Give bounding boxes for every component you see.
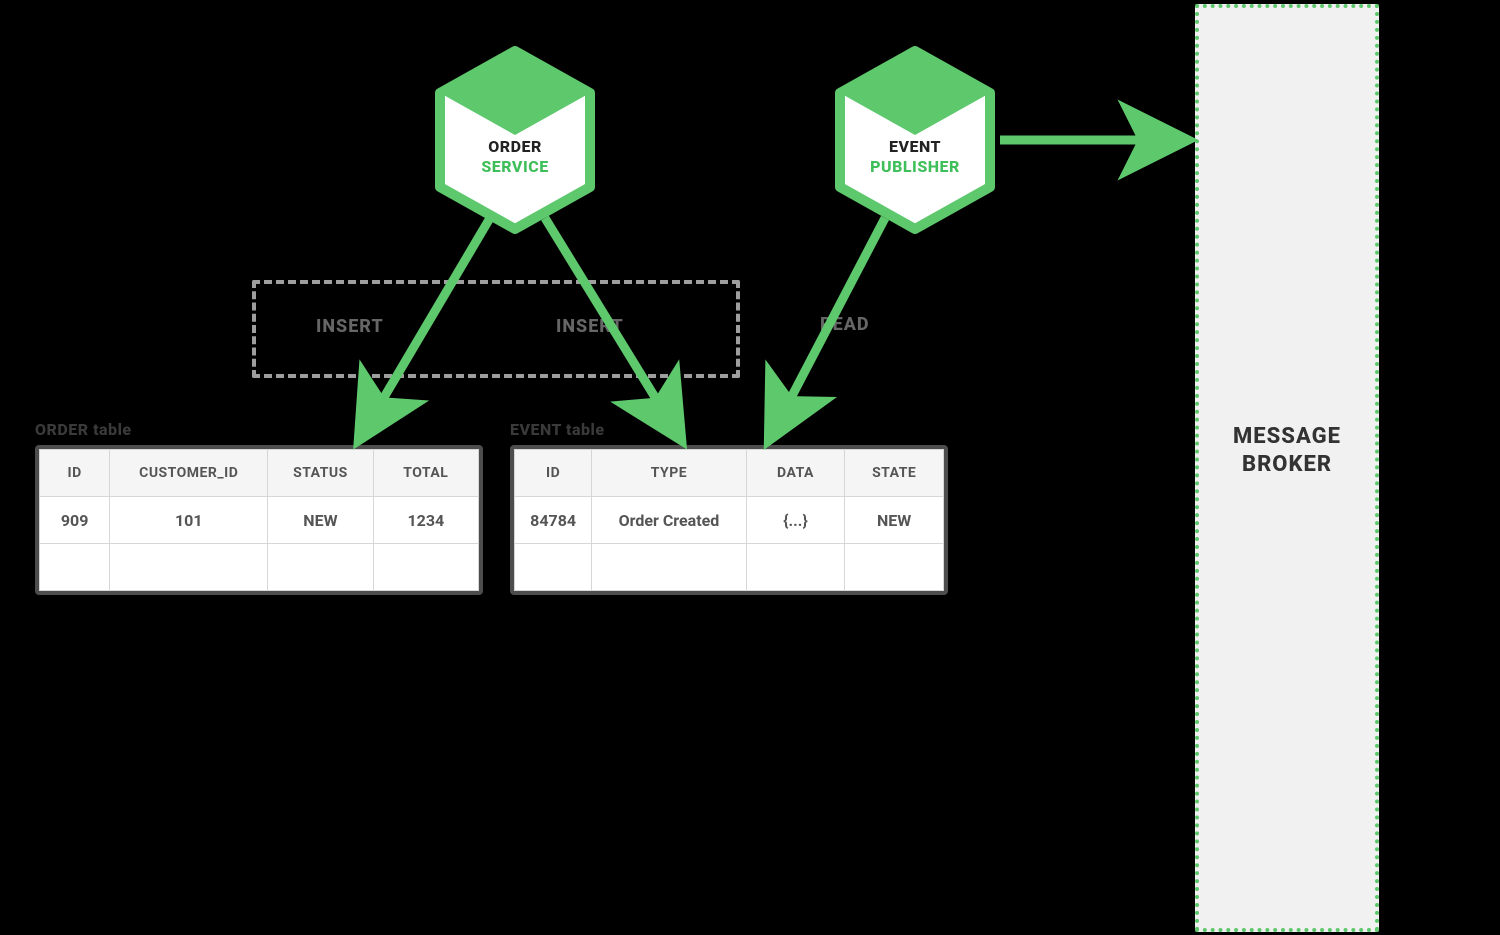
order-cell-customer: 101 xyxy=(110,497,268,544)
event-table: ID TYPE DATA STATE 84784 Order Created {… xyxy=(514,449,944,591)
event-cell-type: Order Created xyxy=(592,497,746,544)
order-table-caption: ORDER table xyxy=(35,420,132,439)
txn-step-1: INSERT xyxy=(316,316,384,337)
table-header-row: ID TYPE DATA STATE xyxy=(515,450,944,497)
table-row: 84784 Order Created {...} NEW xyxy=(515,497,944,544)
event-cell-id: 84784 xyxy=(515,497,592,544)
order-cell-total: 1234 xyxy=(373,497,478,544)
hex-order-service-line1: ORDER xyxy=(430,137,600,157)
event-th-data: DATA xyxy=(746,450,845,497)
order-th-customer: CUSTOMER_ID xyxy=(110,450,268,497)
hexagon-event-publisher: EVENT PUBLISHER xyxy=(830,45,1000,235)
order-cell-id: 909 xyxy=(40,497,110,544)
read-label: READ xyxy=(820,314,870,335)
hexagon-order-service: ORDER SERVICE xyxy=(430,45,600,235)
table-row-empty xyxy=(40,544,479,591)
event-table-card: ID TYPE DATA STATE 84784 Order Created {… xyxy=(510,445,948,595)
hex-event-publisher-line2: PUBLISHER xyxy=(830,157,1000,177)
table-header-row: ID CUSTOMER_ID STATUS TOTAL xyxy=(40,450,479,497)
order-cell-status: NEW xyxy=(268,497,373,544)
message-broker-panel: MESSAGE BROKER xyxy=(1195,4,1379,932)
broker-title-line1: MESSAGE xyxy=(1233,424,1341,449)
table-row-empty xyxy=(515,544,944,591)
broker-title-line2: BROKER xyxy=(1242,452,1332,477)
order-table-card: ID CUSTOMER_ID STATUS TOTAL 909 101 NEW … xyxy=(35,445,483,595)
event-th-type: TYPE xyxy=(592,450,746,497)
hex-order-service-line2: SERVICE xyxy=(430,157,600,177)
event-th-id: ID xyxy=(515,450,592,497)
event-cell-data: {...} xyxy=(746,497,845,544)
transaction-box: INSERT INSERT xyxy=(252,280,740,378)
event-cell-state: NEW xyxy=(845,497,944,544)
txn-step-2: INSERT xyxy=(556,316,624,337)
order-th-id: ID xyxy=(40,450,110,497)
order-th-status: STATUS xyxy=(268,450,373,497)
event-table-caption: EVENT table xyxy=(510,420,605,439)
order-th-total: TOTAL xyxy=(373,450,478,497)
table-row: 909 101 NEW 1234 xyxy=(40,497,479,544)
hex-event-publisher-line1: EVENT xyxy=(830,137,1000,157)
event-th-state: STATE xyxy=(845,450,944,497)
order-table: ID CUSTOMER_ID STATUS TOTAL 909 101 NEW … xyxy=(39,449,479,591)
